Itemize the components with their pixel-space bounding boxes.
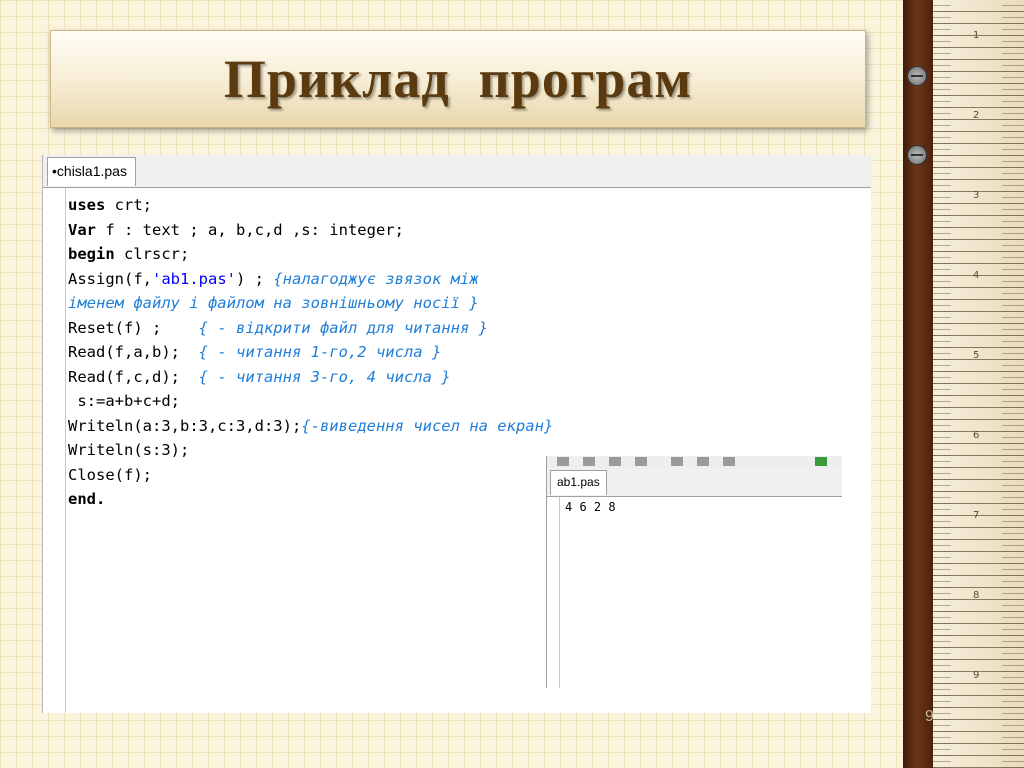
code-comment: { - читання 1-го,2 числа } [198,343,442,361]
output-gutter [547,497,560,688]
code-area[interactable]: uses crt; Var f : text ; a, b,c,d ,s: int… [68,193,553,512]
code-line: Read(f,a,b); { - читання 1-го,2 числа } [68,340,553,365]
code-keyword: uses [68,196,106,214]
code-text: Read(f,c,d); [68,367,199,386]
code-text: clrscr; [114,245,190,263]
code-line: Reset(f) ; { - відкрити файл для читання… [68,316,553,341]
code-line: Read(f,c,d); { - читання 3-го, 4 числа } [68,365,553,390]
output-tab-bar: ab1.pas [547,468,842,497]
code-comment: { - читання 3-го, 4 числа } [198,367,451,386]
code-comment: {-виведення чисел на екран} [301,416,554,435]
output-window: ab1.pas 4 6 2 8 [546,456,842,688]
code-text: ) ; [236,269,274,288]
save-icon[interactable] [609,457,621,466]
code-line: Writeln(a:3,b:3,c:3,d:3);{-виведення чис… [68,414,553,439]
print-icon[interactable] [635,457,647,466]
page-number: 9 [925,708,934,725]
tab-ab1-pas[interactable]: ab1.pas [550,470,607,495]
code-keyword: end. [68,490,106,508]
copy-icon[interactable] [697,457,709,466]
editor-tab-bar: •chisla1.pas [43,155,871,188]
code-line: end. [68,487,553,512]
open-file-icon[interactable] [583,457,595,466]
code-keyword: begin [68,245,115,263]
editor-gutter [43,188,66,713]
screw-icon [907,66,927,86]
code-text: f : text ; a, b,c,d ,s: integer; [96,220,404,239]
code-text: Writeln(s:3); [68,441,190,459]
output-toolbar [547,456,842,468]
code-line: uses crt; [68,193,553,218]
code-string: 'ab1.pas' [152,269,236,288]
ruler-scale: 1 2 3 4 5 6 7 8 9 [933,0,1024,768]
paste-icon[interactable] [723,457,735,466]
code-text: Read(f,a,b); [68,343,199,361]
ruler-dark-strip [903,0,933,768]
code-line: begin clrscr; [68,242,553,267]
code-line: Var f : text ; a, b,c,d ,s: integer; [68,218,553,243]
code-text: Close(f); [68,465,152,484]
screw-icon [907,145,927,165]
code-text: crt; [105,196,152,214]
code-line: іменем файлу і файлом на зовнішньому нос… [68,291,553,316]
code-keyword: Var [68,220,96,239]
code-text: Reset(f) ; [68,318,199,337]
tab-chisla1-pas[interactable]: •chisla1.pas [47,157,136,186]
code-line: Close(f); [68,463,553,488]
slide-title: Приклад програм [223,49,693,109]
cut-icon[interactable] [671,457,683,466]
code-line: s:=a+b+c+d; [68,389,553,414]
code-line: Writeln(s:3); [68,438,553,463]
run-icon[interactable] [815,457,827,466]
code-text: s:=a+b+c+d; [68,392,180,410]
code-comment: {налагоджує звязок між [273,269,479,288]
code-line: Assign(f,'ab1.pas') ; {налагоджує звязок… [68,267,553,292]
output-content[interactable]: 4 6 2 8 [565,500,616,514]
code-text: Writeln(a:3,b:3,c:3,d:3); [68,416,302,435]
code-comment: { - відкрити файл для читання } [198,318,488,337]
code-text: Assign(f, [68,269,152,288]
new-file-icon[interactable] [557,457,569,466]
code-comment: іменем файлу і файлом на зовнішньому нос… [68,294,479,312]
title-banner: Приклад програм [50,30,866,128]
